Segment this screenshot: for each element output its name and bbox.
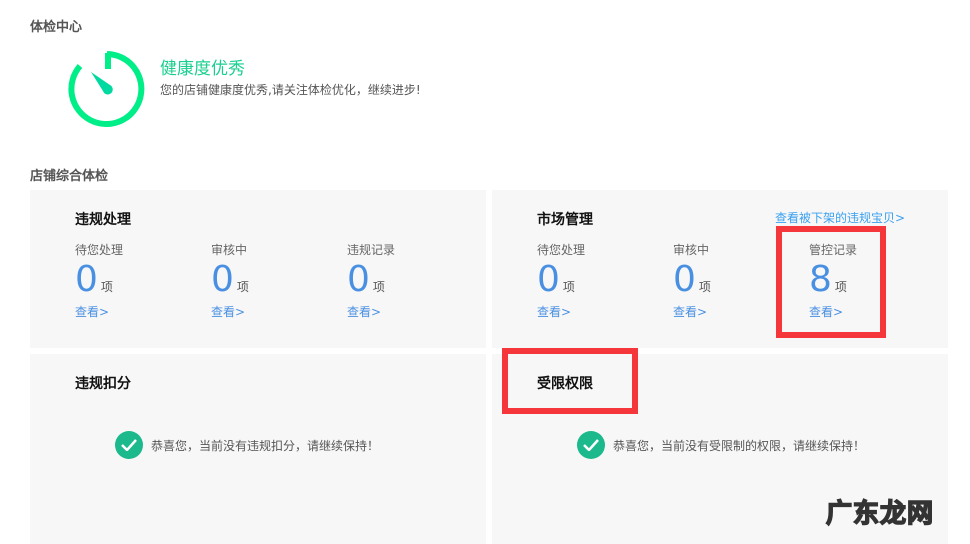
- stat-unit: 项: [562, 280, 575, 294]
- stat-pending: 待您处理 0 项查看>: [537, 241, 657, 320]
- highlight-box: [502, 348, 638, 414]
- stat-pending: 待您处理 0 项查看>: [75, 241, 195, 320]
- page-title: 体检中心: [30, 20, 83, 35]
- stat-label: 审核中: [211, 243, 248, 257]
- panel-title: 违规扣分: [75, 376, 131, 392]
- health-description: 您的店铺健康度优秀,请关注体检优化，继续进步!: [160, 83, 421, 97]
- stat-value: 0: [673, 259, 696, 300]
- view-link[interactable]: 查看>: [673, 303, 793, 320]
- stat-unit: 项: [100, 280, 113, 294]
- stat-reviewing: 审核中 0 项查看>: [211, 241, 331, 320]
- stat-label: 违规记录: [347, 243, 396, 257]
- view-link[interactable]: 查看>: [347, 303, 467, 320]
- deduction-panel: 违规扣分 恭喜您，当前没有违规扣分，请继续保持！: [30, 354, 486, 544]
- view-link[interactable]: 查看>: [75, 303, 195, 320]
- stat-value: 0: [75, 259, 98, 300]
- stat-unit: 项: [698, 280, 711, 294]
- panel-title: 市场管理: [537, 212, 593, 228]
- view-link[interactable]: 查看>: [537, 303, 657, 320]
- stat-label: 待您处理: [537, 243, 586, 257]
- check-icon: [115, 431, 143, 459]
- view-delisted-link[interactable]: 查看被下架的违规宝贝>: [775, 209, 905, 226]
- restricted-message: 恭喜您，当前没有受限制的权限，请继续保持！: [577, 431, 865, 459]
- deduction-message: 恭喜您，当前没有违规扣分，请继续保持！: [115, 431, 379, 459]
- stat-label: 审核中: [673, 243, 710, 257]
- stat-unit: 项: [372, 280, 385, 294]
- health-gauge-icon: [68, 51, 145, 127]
- violation-panel: 违规处理 待您处理 0 项查看> 审核中 0 项查看> 违规记录 0 项查看>: [30, 190, 486, 348]
- section-title: 店铺综合体检: [30, 169, 109, 184]
- stat-unit: 项: [236, 280, 249, 294]
- message-text: 恭喜您，当前没有受限制的权限，请继续保持！: [613, 438, 866, 453]
- stat-reviewing: 审核中 0 项查看>: [673, 241, 793, 320]
- check-icon: [577, 431, 605, 459]
- stat-label: 待您处理: [75, 243, 124, 257]
- panel-title: 违规处理: [75, 212, 131, 228]
- stat-value: 0: [537, 259, 560, 300]
- stat-records: 违规记录 0 项查看>: [347, 241, 467, 320]
- health-status: 健康度优秀: [160, 59, 245, 79]
- highlight-box: [776, 226, 886, 338]
- stat-value: 0: [211, 259, 234, 300]
- view-link[interactable]: 查看>: [211, 303, 331, 320]
- stat-value: 0: [347, 259, 370, 300]
- message-text: 恭喜您，当前没有违规扣分，请继续保持！: [151, 438, 380, 453]
- watermark-logo: 广东龙网: [825, 498, 934, 530]
